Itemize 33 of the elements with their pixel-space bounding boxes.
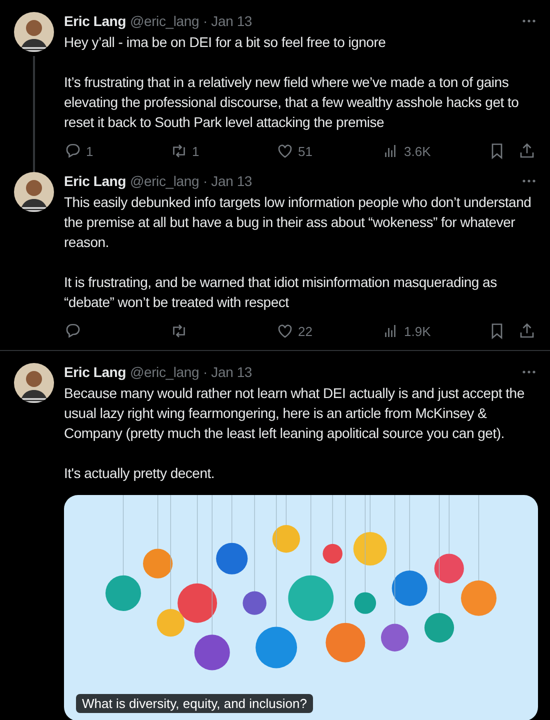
post-date[interactable]: · Jan 13 [203, 13, 252, 29]
post-text: It’s frustrating that in a relatively new field where we’ve made a ton of gains elevating the professional discourse, that a few wealthy asshole hacks get to reset it back to South Park level attacking the premise [64, 73, 520, 132]
author-handle[interactable]: @eric_lang [130, 173, 200, 189]
action-count: 1 [86, 144, 94, 158]
author-handle[interactable]: @eric_lang [130, 364, 200, 380]
share-icon[interactable] [518, 322, 536, 340]
repost-icon[interactable] [170, 142, 188, 160]
author-name[interactable]: Eric Lang [64, 173, 126, 189]
post-date[interactable]: · Jan 13 [203, 364, 252, 380]
action-count: 3.6K [404, 144, 431, 158]
card-title: What is diversity, equity, and inclusion? [76, 694, 313, 713]
reply-icon[interactable] [64, 322, 82, 340]
post-date[interactable]: · Jan 13 [203, 173, 252, 189]
post-text: Because many would rather not learn what DEI actually is and just accept the usual lazy right wing fearmongering, here is an article from McKinsey & Company (pretty much the least left leaning apolitical source you can get). [64, 384, 526, 443]
avatar[interactable] [14, 12, 54, 52]
author-name[interactable]: Eric Lang [64, 13, 126, 29]
author-name[interactable]: Eric Lang [64, 364, 126, 380]
action-count: 51 [298, 144, 312, 158]
post-text: It is frustrating, and be warned that idiot misinformation masquerading as “debate” won’t be treated with respect [64, 273, 498, 312]
action-count: 1.9K [404, 324, 431, 338]
author-handle[interactable]: @eric_lang [130, 13, 200, 29]
action-count: 1 [192, 144, 200, 158]
reply-icon[interactable] [64, 142, 82, 160]
post-text: This easily debunked info targets low information people who don’t understand the premise at all but have a bug in their ass about “wokeness” for whatever reason. [64, 193, 532, 252]
heart-icon[interactable] [276, 142, 294, 160]
share-icon[interactable] [518, 142, 536, 160]
action-count: 22 [298, 324, 312, 338]
avatar[interactable] [14, 363, 54, 403]
avatar[interactable] [14, 172, 54, 212]
post-text: Hey y’all - ima be on DEI for a bit so feel free to ignore [64, 33, 387, 52]
post-text: It's actually pretty decent. [64, 464, 216, 483]
repost-icon[interactable] [170, 322, 188, 340]
heart-icon[interactable] [276, 322, 294, 340]
